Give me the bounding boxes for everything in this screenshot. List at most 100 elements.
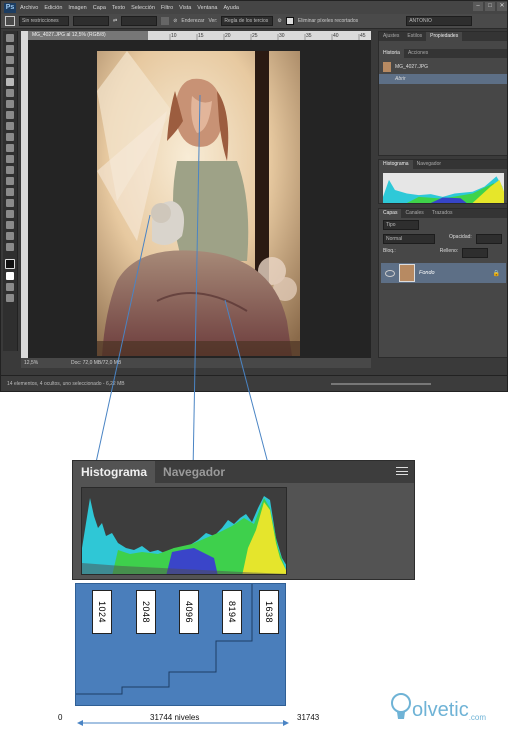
menu-edicion[interactable]: Edición <box>44 5 62 11</box>
straighten-label[interactable]: Enderezar <box>181 18 204 24</box>
menu-vista[interactable]: Vista <box>179 5 191 11</box>
histogram-tabs-small: Histograma Navegador <box>379 160 507 169</box>
tab-canales[interactable]: Canales <box>401 209 427 218</box>
tab-estilos[interactable]: Estilos <box>403 32 426 41</box>
gradient-tool-icon[interactable] <box>6 155 14 163</box>
lasso-tool-icon[interactable] <box>6 56 14 64</box>
quick-select-tool-icon[interactable] <box>6 67 14 75</box>
tab-ajustes[interactable]: Ajustes <box>379 32 403 41</box>
dodge-tool-icon[interactable] <box>6 177 14 185</box>
history-panel: Ajustes Estilos Propiedades Historia Acc… <box>378 31 507 156</box>
marquee-tool-icon[interactable] <box>6 45 14 53</box>
healing-tool-icon[interactable] <box>6 100 14 108</box>
level-label-4096: 4096 <box>179 590 199 634</box>
move-tool-icon[interactable] <box>6 34 14 42</box>
solvetic-logo: olvetic .com <box>390 692 486 722</box>
ratio-select[interactable]: Sin restricciones <box>19 16 69 26</box>
menu-seleccion[interactable]: Selección <box>131 5 155 11</box>
document-photo[interactable] <box>97 51 300 356</box>
logo-text: olvetic <box>412 699 469 721</box>
status-bar: 12,5% Doc: 72,0 MB/72,0 MB <box>21 358 371 368</box>
tab-navegador[interactable]: Navegador <box>155 461 233 483</box>
menu-capa[interactable]: Capa <box>93 5 106 11</box>
histogram-tabs-zoomed: Histograma Navegador <box>73 461 414 483</box>
lock-label: Bloq.: <box>383 248 396 254</box>
clear-button[interactable] <box>161 17 170 25</box>
figurine-photo <box>97 51 300 356</box>
history-item-open[interactable]: Abrir <box>379 74 507 84</box>
histogram-svg <box>82 488 286 574</box>
level-label-8194: 8194 <box>222 590 242 634</box>
crop-tool-icon[interactable] <box>6 78 14 86</box>
menu-ayuda[interactable]: Ayuda <box>223 5 239 11</box>
layer-kind-select[interactable]: Tipo <box>383 220 419 230</box>
layer-name: Fondo <box>419 270 435 276</box>
logo-suffix: .com <box>468 713 487 722</box>
layer-row-fondo[interactable]: Fondo 🔒 <box>381 263 506 283</box>
width-field[interactable] <box>73 16 109 26</box>
tab-histograma[interactable]: Histograma <box>73 461 156 483</box>
brush-tool-icon[interactable] <box>6 111 14 119</box>
blend-row: Normal Opacidad: <box>379 232 507 246</box>
height-field[interactable] <box>121 16 158 26</box>
level-label-1638: 1638 <box>259 590 279 634</box>
menu-filtro[interactable]: Filtro <box>161 5 173 11</box>
tab-propiedades[interactable]: Propiedades <box>426 32 463 41</box>
hand-tool-icon[interactable] <box>6 232 14 240</box>
tab-navegador-small[interactable]: Navegador <box>413 160 445 169</box>
type-tool-icon[interactable] <box>6 199 14 207</box>
zoom-tool-icon[interactable] <box>6 243 14 251</box>
document-tab[interactable]: MG_4027.JPG al 12,5% (RGB/8) <box>28 31 148 40</box>
zoom-slider[interactable] <box>331 383 431 385</box>
zoom-level[interactable]: 12,5% <box>24 360 38 366</box>
snapshot-thumb-icon <box>383 62 391 72</box>
path-select-tool-icon[interactable] <box>6 210 14 218</box>
crop-tool-icon[interactable] <box>5 16 15 26</box>
menu-imagen[interactable]: Imagen <box>68 5 86 11</box>
background-color-swatch[interactable] <box>6 272 14 280</box>
tab-acciones[interactable]: Acciones <box>404 49 432 58</box>
menu-archivo[interactable]: Archivo <box>20 5 38 11</box>
blur-tool-icon[interactable] <box>6 166 14 174</box>
view-select[interactable]: Regla de los tercios <box>221 16 274 26</box>
gear-icon[interactable]: ⚙ <box>277 18 281 24</box>
swap-icon[interactable]: ⇄ <box>113 18 117 24</box>
delete-cropped-checkbox[interactable] <box>285 17 294 25</box>
view-label: Ver: <box>208 18 218 24</box>
ruler-tick-label: 30 <box>279 33 285 39</box>
foreground-color-swatch[interactable] <box>5 259 15 269</box>
histogram-panel-zoomed: Histograma Navegador <box>72 460 415 580</box>
eraser-tool-icon[interactable] <box>6 144 14 152</box>
layer-filter-row: Tipo <box>379 218 507 232</box>
pen-tool-icon[interactable] <box>6 188 14 196</box>
straighten-icon[interactable]: ⊘ <box>173 18 177 24</box>
tab-histograma-small[interactable]: Histograma <box>379 160 413 169</box>
workspace-select[interactable]: ANTONIO <box>406 16 473 26</box>
tab-historia[interactable]: Historia <box>379 49 404 58</box>
menu-ventana[interactable]: Ventana <box>197 5 217 11</box>
screen-mode-icon[interactable] <box>6 294 14 302</box>
close-button[interactable]: ✕ <box>497 2 507 11</box>
history-item-label: Abrir <box>395 76 406 82</box>
tab-trazados[interactable]: Trazados <box>428 209 457 218</box>
tab-capas[interactable]: Capas <box>379 209 402 218</box>
lock-row: Bloq.: Relleno: <box>379 246 507 260</box>
doc-size[interactable]: Doc: 72,0 MB/72,0 MB <box>71 360 121 366</box>
lock-icon: 🔒 <box>492 270 500 277</box>
history-snapshot[interactable]: MG_4027.JPG <box>379 60 507 74</box>
opacity-label: Opacidad: <box>449 234 472 240</box>
fill-field[interactable] <box>462 248 489 258</box>
panel-menu-icon[interactable] <box>396 467 408 475</box>
opacity-field[interactable] <box>475 234 502 244</box>
visibility-eye-icon[interactable] <box>385 269 395 277</box>
stamp-tool-icon[interactable] <box>6 122 14 130</box>
maximize-button[interactable]: □ <box>485 2 495 11</box>
eyedropper-tool-icon[interactable] <box>6 89 14 97</box>
shape-tool-icon[interactable] <box>6 221 14 229</box>
minimize-button[interactable]: – <box>473 2 483 11</box>
quick-mask-icon[interactable] <box>6 283 14 291</box>
bulb-logo-icon <box>391 693 411 719</box>
menu-texto[interactable]: Texto <box>112 5 125 11</box>
blend-mode-select[interactable]: Normal <box>383 234 435 244</box>
history-brush-tool-icon[interactable] <box>6 133 14 141</box>
